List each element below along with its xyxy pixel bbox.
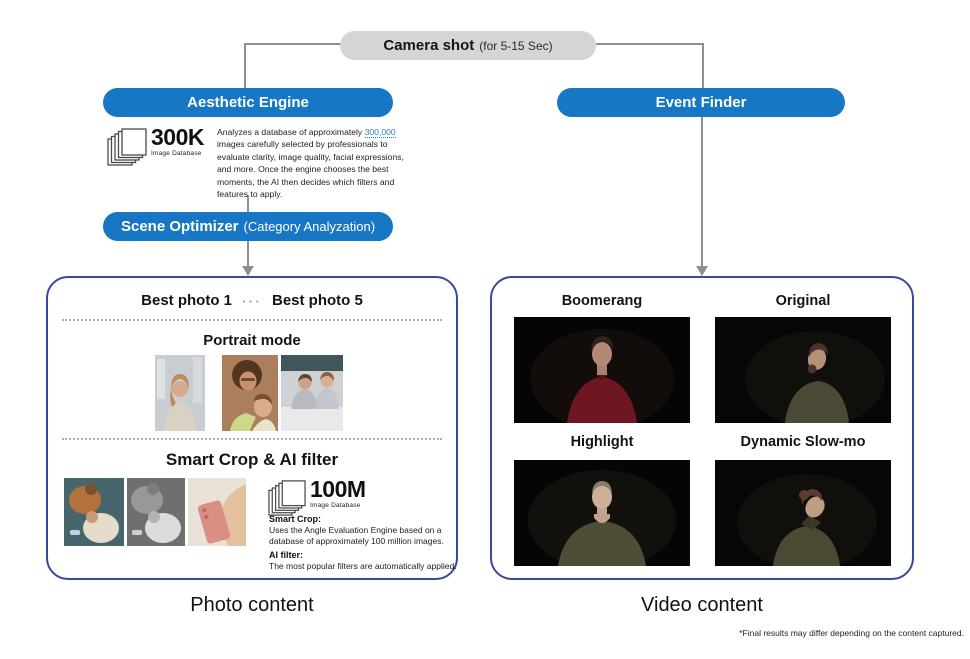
aesthetic-engine-description: Analyzes a database of approximately 300… (217, 126, 415, 200)
event-finder-label: Event Finder (656, 94, 747, 111)
best-photo-row: Best photo 1 ··· Best photo 5 (48, 292, 456, 309)
description-text: images carefully selected by professiona… (217, 139, 404, 199)
video-thumb-original (715, 317, 891, 423)
image-stack-icon (268, 478, 306, 518)
portrait-photo-2 (222, 355, 278, 431)
video-content-box: Boomerang Original (490, 276, 914, 580)
image-database-300k: 300K Image Database (107, 126, 204, 168)
ellipsis-dots: ··· (242, 293, 262, 309)
arrow-scene-to-photo-box (247, 241, 249, 267)
portrait-mode-title: Portrait mode (48, 332, 456, 349)
aesthetic-engine-node: Aesthetic Engine (103, 88, 393, 117)
best-photo-5-label: Best photo 5 (272, 292, 363, 309)
ai-filter-label: AI filter: (269, 550, 459, 560)
scene-optimizer-label: Scene Optimizer (121, 218, 239, 235)
smart-crop-photo-color (64, 478, 124, 546)
photo-content-box: Best photo 1 ··· Best photo 5 Portrait m… (46, 276, 458, 580)
database-count: 300K (151, 126, 204, 149)
database-caption: Image Database (310, 503, 366, 510)
video-thumb-dynamic-slow-mo (715, 460, 891, 566)
video-thumb-highlight (514, 460, 690, 566)
video-label-dynamic-slow-mo: Dynamic Slow-mo (715, 434, 891, 450)
arrow-down-icon (696, 266, 708, 276)
smart-crop-label: Smart Crop: (269, 514, 459, 524)
connector-camera-to-aesthetic (244, 43, 342, 90)
video-label-original: Original (715, 293, 891, 309)
image-database-100m: 100M Image Database (268, 478, 366, 518)
ai-filter-text: The most popular filters are automatical… (269, 561, 461, 572)
infographic-canvas: Camera shot (for 5-15 Sec) Aesthetic Eng… (0, 0, 970, 659)
arrow-event-to-video-box (701, 117, 703, 267)
image-stack-icon (107, 126, 147, 168)
scene-optimizer-node: Scene Optimizer (Category Analyzation) (103, 212, 393, 241)
camera-shot-node: Camera shot (for 5-15 Sec) (340, 31, 596, 60)
smart-crop-photo-phone (188, 478, 246, 546)
portrait-photo-3 (281, 355, 343, 431)
smart-crop-photo-bw (127, 478, 185, 546)
smart-crop-title: Smart Crop & AI filter (48, 450, 456, 470)
database-caption: Image Database (151, 151, 204, 158)
database-count: 100M (310, 478, 366, 501)
photo-content-footer: Photo content (46, 594, 458, 617)
smart-crop-text: Uses the Angle Evaluation Engine based o… (269, 525, 461, 546)
description-text: Analyzes a database of approximately (217, 127, 365, 137)
best-photo-1-label: Best photo 1 (141, 292, 232, 309)
video-label-boomerang: Boomerang (514, 293, 690, 309)
video-content-footer: Video content (490, 594, 914, 617)
arrow-down-icon (242, 266, 254, 276)
connector-camera-to-event (596, 43, 704, 90)
dotted-divider (62, 438, 442, 440)
aesthetic-engine-label: Aesthetic Engine (187, 94, 309, 111)
300k-images-link[interactable]: 300,000 (365, 127, 396, 138)
event-finder-node: Event Finder (557, 88, 845, 117)
portrait-photo-1 (155, 355, 205, 431)
camera-shot-note: (for 5-15 Sec) (479, 39, 552, 53)
video-label-highlight: Highlight (514, 434, 690, 450)
scene-optimizer-note: (Category Analyzation) (244, 219, 376, 234)
camera-shot-title: Camera shot (383, 37, 474, 54)
disclaimer-footnote: *Final results may differ depending on t… (739, 628, 964, 638)
video-thumb-boomerang (514, 317, 690, 423)
dotted-divider (62, 319, 442, 321)
